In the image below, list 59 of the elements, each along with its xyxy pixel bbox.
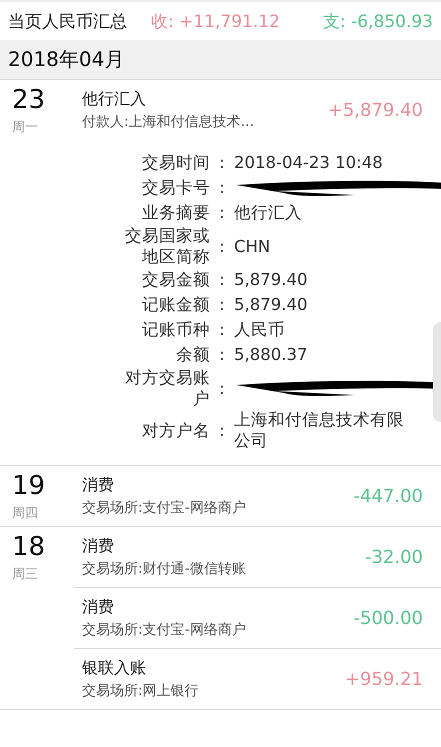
detail-label: 业务摘要	[141, 202, 210, 223]
transaction-amount: -32.00	[364, 546, 423, 568]
day-number: 23	[12, 84, 46, 116]
detail-label: 余额	[175, 344, 210, 365]
label-colon: :	[218, 420, 226, 440]
transaction-amount: -500.00	[354, 608, 423, 628]
transaction-row[interactable]: 消费 交易场所:财付通-微信转账 -32.00	[74, 527, 441, 587]
transaction-row[interactable]: 银联入账 交易场所:网上银行 +959.21	[74, 649, 441, 709]
detail-value: 人民币	[234, 319, 286, 340]
detail-label: 交易卡号	[141, 177, 210, 198]
transaction-amount: +959.21	[344, 668, 423, 690]
transaction-subtitle: 付款人:上海和付信息技术...	[82, 113, 256, 131]
label-colon: :	[218, 203, 226, 222]
label-colon: :	[218, 270, 226, 289]
detail-value: CHN	[234, 236, 272, 256]
detail-label: 交易时间	[141, 152, 210, 173]
transaction-title: 他行汇入	[82, 89, 147, 110]
label-colon: :	[218, 320, 226, 339]
detail-value: 他行汇入	[234, 202, 303, 223]
detail-label: 对方交易账户	[124, 367, 210, 409]
weekday: 周三	[12, 566, 39, 583]
detail-label: 对方户名	[141, 420, 210, 440]
transaction-title: 消费	[82, 597, 115, 618]
transaction-row[interactable]: 他行汇入 付款人:上海和付信息技术... +5,879.40	[74, 80, 441, 140]
transaction-amount: -447.00	[354, 486, 423, 506]
month-header: 2018年04月	[0, 40, 441, 80]
income-total: 收: +11,791.12	[151, 10, 280, 32]
detail-label: 记账金额	[141, 294, 210, 315]
transaction-title: 消费	[82, 536, 115, 557]
detail-label: 记账币种	[141, 319, 210, 340]
label-colon: :	[218, 178, 226, 197]
transaction-subtitle: 交易场所:财付通-微信转账	[82, 560, 247, 578]
weekday: 周一	[12, 119, 39, 136]
transaction-row[interactable]: 消费 交易场所:支付宝-网络商户 -500.00	[74, 588, 441, 648]
detail-value: 5,879.40	[234, 294, 308, 315]
transaction-subtitle: 交易场所:支付宝-网络商户	[82, 499, 247, 517]
label-colon: :	[218, 153, 226, 172]
detail-label: 交易金额	[141, 269, 210, 290]
detail-value: 5,879.40	[234, 269, 308, 290]
summary-label: 当页人民币汇总	[8, 10, 127, 32]
transaction-subtitle: 交易场所:支付宝-网络商户	[82, 621, 247, 639]
detail-value: 上海和付信息技术有限公司	[234, 409, 404, 451]
weekday: 周四	[12, 505, 39, 522]
day-number: 18	[12, 531, 46, 563]
label-colon: :	[218, 236, 226, 256]
expense-total: 支: -6,850.93	[323, 10, 433, 32]
detail-value: 2018-04-23 10:48	[234, 152, 384, 173]
label-colon: :	[218, 345, 226, 364]
transaction-row[interactable]: 消费 交易场所:支付宝-网络商户 -447.00	[74, 466, 441, 526]
transaction-title: 消费	[82, 475, 115, 496]
side-handle[interactable]	[433, 322, 441, 422]
detail-label: 交易国家或地区简称	[124, 225, 210, 267]
label-colon: :	[218, 295, 226, 314]
transaction-subtitle: 交易场所:网上银行	[82, 682, 200, 700]
label-colon: :	[218, 378, 226, 398]
day-number: 19	[12, 470, 46, 502]
transaction-title: 银联入账	[82, 658, 147, 679]
detail-value: 5,880.37	[234, 344, 308, 365]
transaction-amount: +5,879.40	[328, 100, 423, 120]
